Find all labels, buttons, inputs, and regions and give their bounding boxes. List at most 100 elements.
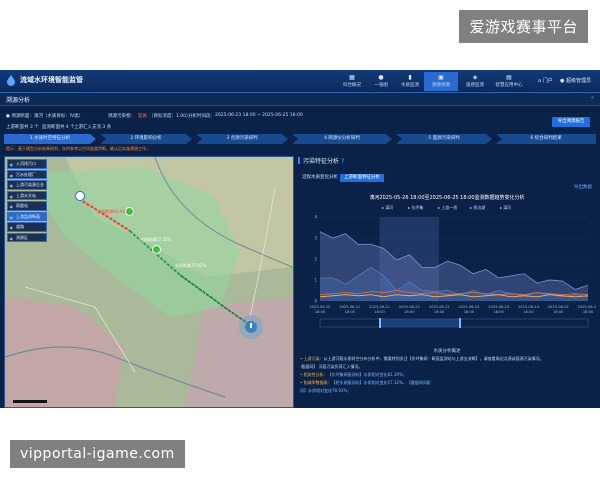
hydrology-icon: ◉ <box>9 193 14 199</box>
analysis-panel: 污染特征分析 ? 沿程水质变化分析 上游断面特征分析 导出数据 漓河2025-0… <box>298 156 596 406</box>
x-tick-time: 18:00 <box>583 310 594 314</box>
upstream-count: 上游断面共 3 个 <box>6 125 39 130</box>
layer-pollution-enterprise[interactable]: ◉ 上游污染源企业 <box>7 180 47 190</box>
nav-water-quality[interactable]: ▮ 水质监测 <box>393 72 427 91</box>
satellite-icon: ◈ <box>472 74 478 81</box>
map-label-1: 水质削减84.4% <box>97 209 126 214</box>
nav-remote-sensing[interactable]: ◈ 遥感监测 <box>458 72 492 91</box>
tab-along-river[interactable]: 沿程水质变化分析 <box>298 174 342 182</box>
map-layer-list: ◉ 入河排污口 ◉ 污水处理厂 ◉ 上游污染源企业 ◉ 上游水文站 ◉ 雨量站 ◉ 上游监测… <box>7 159 47 243</box>
x-tick-time: 18:00 <box>553 310 564 314</box>
chart-icon: ▮ <box>408 74 412 81</box>
y-tick-label: 1 <box>314 278 317 283</box>
layer-outfall[interactable]: ◉ 入河排污口 <box>7 159 47 169</box>
tab-upstream-section[interactable]: 上游断面特征分析 <box>340 174 384 182</box>
step-2[interactable]: 2 环境影响分析 <box>100 134 192 144</box>
x-tick-label: 2025-06-24 <box>548 305 570 309</box>
note-2: ·截据网】 河段污染负荷汇入情况。 <box>300 364 363 369</box>
water-drop-logo-icon <box>7 75 15 86</box>
help-icon[interactable]: ? <box>341 158 344 165</box>
note-1: • 上游污染：从上游河段水质时空分布分析中，需要特别关注【东坪集闸 - 断面监测… <box>300 356 544 361</box>
map-view[interactable]: 水质削减84.4% 水质削减57.32% 水质削减77.02% ◉ 入河排污口 ◉… <box>4 156 294 408</box>
app-window: 流域水环境智能监管 ▦ 综合概况 ● 一张图 ▮ 水质监测 ▣ 溯源溯源 ◈ 遥感监测 ▤… <box>0 70 600 408</box>
filter-bar: ● 溯源断面：漓河（水质目标：IV类） 溯源污染物： 氨氮 （目标浓度：1.00… <box>0 106 600 136</box>
analysis-steps: 1 水质时空特征分析 2 环境影响分析 3 点源污染研判 4 网源仪分析研判 5… <box>4 134 596 144</box>
home-link[interactable]: ⌂ 门户 <box>538 77 553 84</box>
plant-icon: ◉ <box>9 172 14 178</box>
layer-hydrology-station[interactable]: ◉ 上游水文站 <box>7 190 47 200</box>
x-tick-time: 18:00 <box>464 310 475 314</box>
outlet-count: 监测断面共 4 个 <box>42 125 75 130</box>
y-tick-label: 2 <box>314 257 317 262</box>
station-selector[interactable]: ● 溯源断面：漓河（水质目标：IV类） <box>6 113 83 119</box>
range-slider-window <box>380 319 460 327</box>
x-tick-label: 2025-06-21 <box>339 305 360 309</box>
chart-title: 漓河2025-05-26 18:00至2025-06-25 18:00监测数据趋… <box>369 195 525 201</box>
time-range-picker[interactable]: 2025-06-23 18:00 ~ 2025-06-25 18:00 <box>215 113 303 118</box>
note-4: • 削减率数据表：【桥东闸接测站】水质相对变化57.32%，【截据网间距 <box>300 380 431 385</box>
range-slider-handle-right <box>459 318 461 328</box>
step-3[interactable]: 3 点源污染研判 <box>196 134 288 144</box>
map-canvas <box>5 157 293 407</box>
layer-wastewater-plant[interactable]: ◉ 污水处理厂 <box>7 169 47 179</box>
step-6[interactable]: 6 综合研判结果 <box>496 134 596 144</box>
x-tick-time: 18:00 <box>404 310 415 314</box>
export-report-button[interactable]: 导出溯源报告 <box>552 117 590 127</box>
x-tick-time: 18:00 <box>434 310 445 314</box>
x-tick-label: 2025-06-21 <box>369 305 390 309</box>
user-icon: ● <box>560 78 565 84</box>
home-icon: ⌂ <box>538 78 542 84</box>
box-icon: ▣ <box>438 74 444 81</box>
x-tick-label: 2025-06-22 <box>429 305 450 309</box>
section-icon: ◉ <box>9 214 14 220</box>
x-tick-time: 18:00 <box>345 310 356 314</box>
hint-text: 提示：基于模型分析结果研判，仅供参考以空间变量判断，确认后实施溯源工作。 <box>6 146 150 151</box>
layer-source-area[interactable]: ◉ 测源区 <box>7 232 47 242</box>
map-scale-bar <box>13 400 47 403</box>
watermark-bottom: vipportal-igame.com <box>10 440 185 468</box>
layer-road[interactable]: ◉ 道路 <box>7 222 47 232</box>
road-icon: ◉ <box>9 225 14 230</box>
tributary-count: 上游汇入支流 3 条 <box>74 125 112 130</box>
map-label-3: 水质削减77.02% <box>175 263 207 268</box>
rain-icon: ◉ <box>9 204 14 209</box>
user-menu[interactable]: ● 超级管理员 <box>560 77 591 84</box>
apps-icon: ▤ <box>506 74 512 81</box>
nav-source-tracing[interactable]: ▣ 溯源溯源 <box>424 72 458 91</box>
step-4[interactable]: 4 网源仪分析研判 <box>292 134 392 144</box>
export-data-link[interactable]: 导出数据 <box>574 184 592 190</box>
x-tick-label: 2025-06-23 <box>458 305 479 309</box>
collapse-button[interactable]: « <box>591 95 594 101</box>
nav-app-center[interactable]: ▤ 智慧应用中心 <box>492 72 526 91</box>
watermark-top: 爱游戏赛事平台 <box>459 10 588 43</box>
monitoring-station-marker-1[interactable] <box>125 207 134 216</box>
range-slider-handle-left <box>379 318 381 328</box>
pollutant-target: （目标浓度：1.00） <box>149 114 191 119</box>
step-5[interactable]: 5 面源污染研判 <box>396 134 492 144</box>
pollutant-value[interactable]: 氨氮 <box>138 113 147 119</box>
y-tick-label: 0 <box>314 299 317 304</box>
x-tick-label: 2025-06-20 <box>310 305 332 309</box>
app-title: 流域水环境智能监管 <box>20 76 83 84</box>
note-3: • 相关性分析：【东坪集闸接测站】水质相对变化81.39%； <box>300 372 407 377</box>
upstream-station-marker[interactable] <box>75 191 85 201</box>
area-icon: ◉ <box>9 235 14 241</box>
x-tick-label: 2025-06-25 <box>578 305 596 309</box>
page-header: 溯源分析 « <box>0 93 600 106</box>
x-tick-label: 2025-06-24 <box>518 305 540 309</box>
top-navigation-bar: 流域水环境智能监管 ▦ 综合概况 ● 一张图 ▮ 水质监测 ▣ 溯源溯源 ◈ 遥感监测 ▤… <box>0 70 600 93</box>
layer-upstream-section[interactable]: ◉ 上游监测断面 <box>7 211 47 221</box>
grid-icon: ▦ <box>349 74 355 81</box>
person-icon: ● <box>378 74 384 81</box>
time-label: 分析时间段： <box>188 114 215 119</box>
layer-rain-station[interactable]: ◉ 雨量站 <box>7 201 47 211</box>
monitoring-station-marker-2[interactable] <box>152 245 161 254</box>
note-5: 间】水质相对变化78.93%； <box>300 388 352 393</box>
map-label-2: 水质削减57.32% <box>140 237 172 242</box>
step-1[interactable]: 1 水质时空特征分析 <box>4 134 96 144</box>
x-tick-time: 18:00 <box>315 310 326 314</box>
trend-chart[interactable]: 012342025-06-2018:002025-06-2118:002025-… <box>298 211 596 331</box>
notes-title: 水质分析概述 <box>433 349 461 354</box>
outfall-icon: ◉ <box>9 162 14 167</box>
x-tick-time: 18:00 <box>493 310 504 314</box>
